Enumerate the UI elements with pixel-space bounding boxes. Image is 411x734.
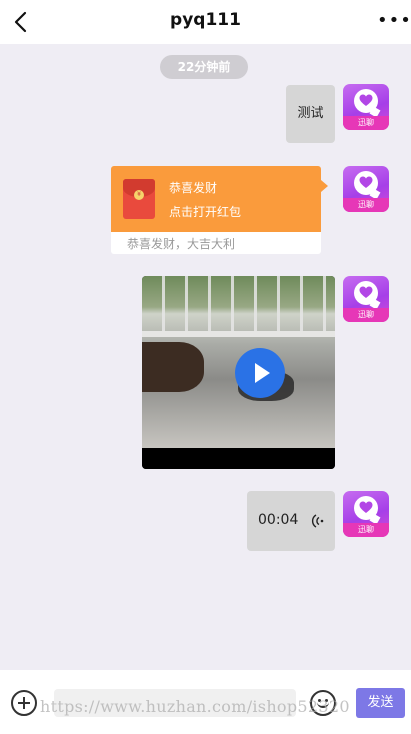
plus-circle-icon[interactable] [11,690,37,716]
text-message-bubble[interactable]: 测试 [286,85,335,143]
page-title: pyq111 [170,10,241,30]
heart-icon [359,176,373,188]
message-timestamp: 22分钟前 [160,55,248,79]
heart-icon [359,501,373,513]
chat-bubble-icon [354,496,378,520]
avatar-badge: 迅聊 [343,198,389,212]
red-envelope-icon: ¥ [123,179,155,219]
avatar-badge: 迅聊 [343,308,389,322]
heart-icon [359,94,373,106]
avatar[interactable]: 迅聊 [343,84,389,130]
avatar-badge: 迅聊 [343,116,389,130]
composer-bar: 发送 [0,670,411,734]
video-message[interactable] [142,276,335,469]
message-input[interactable] [54,689,296,717]
chat-header: pyq111 ••• [0,0,411,44]
red-packet-message[interactable]: ¥ 恭喜发财 点击打开红包 恭喜发财，大吉大利 [111,166,328,254]
red-packet-subtitle: 点击打开红包 [169,205,242,219]
play-icon[interactable] [235,348,285,398]
chat-bubble-icon [354,171,378,195]
avatar[interactable]: 迅聊 [343,166,389,212]
smiley-icon[interactable] [310,690,336,716]
red-packet-footer: 恭喜发财，大吉大利 [111,232,321,254]
chat-bubble-icon [354,89,378,113]
red-packet-title: 恭喜发财 [169,181,218,195]
avatar[interactable]: 迅聊 [343,276,389,322]
avatar-badge: 迅聊 [343,523,389,537]
more-options-icon[interactable]: ••• [377,8,411,36]
heart-icon [359,286,373,298]
voice-message-bubble[interactable]: 00:04 [247,491,335,551]
voice-duration: 00:04 [258,512,299,528]
red-packet-greeting: 恭喜发财，大吉大利 [127,237,236,251]
avatar[interactable]: 迅聊 [343,491,389,537]
voice-wave-icon [311,514,324,528]
chat-bubble-icon [354,281,378,305]
send-button[interactable]: 发送 [356,688,405,718]
red-packet-card: ¥ 恭喜发财 点击打开红包 [111,166,328,232]
